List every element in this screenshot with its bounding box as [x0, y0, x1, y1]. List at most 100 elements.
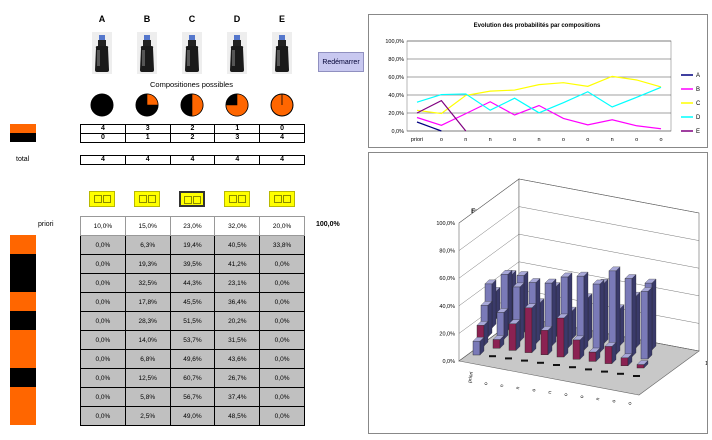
- y-tick-label: 0,0%: [391, 129, 404, 135]
- x-tick-label: o: [440, 137, 443, 143]
- bar-side: [635, 291, 641, 349]
- bar-side: [487, 300, 493, 338]
- probability-cell: 26,7%: [214, 368, 261, 388]
- x-tick-label: o: [586, 137, 589, 143]
- probability-row: 0,0% 5,8% 56,7% 37,4% 0,0%: [80, 387, 305, 407]
- x-tick-label: o: [531, 388, 537, 392]
- bar-side: [491, 279, 497, 329]
- totals-table: 4 4 4 4 4: [80, 155, 305, 165]
- total-cell: 4: [214, 155, 261, 165]
- bar-side: [547, 325, 553, 356]
- composition-slot-a[interactable]: [89, 191, 115, 207]
- bar-side: [571, 306, 577, 340]
- bar: [556, 317, 565, 358]
- probability-row: 0,0% 17,8% 45,5% 36,4% 0,0%: [80, 292, 305, 312]
- count-cell: 0: [80, 133, 126, 143]
- depth-label: 1: [705, 361, 707, 367]
- probability-cell: 23,0%: [169, 216, 216, 236]
- bar-base: [489, 355, 496, 358]
- bar-base: [585, 368, 592, 371]
- probability-cell: 0,0%: [80, 349, 126, 369]
- x-tick-label: o: [513, 137, 516, 143]
- y-tick-label: 0,0%: [442, 359, 455, 365]
- bar: [588, 351, 597, 362]
- probability-cell: 31,5%: [214, 330, 261, 350]
- x-tick-label: n: [499, 384, 505, 388]
- bar: [496, 312, 505, 340]
- restart-button[interactable]: Redémarrer: [318, 52, 364, 72]
- x-tick-label: priori: [411, 137, 423, 143]
- probability-cell: 19,4%: [169, 235, 216, 255]
- x-tick-label: n: [595, 397, 601, 401]
- probability-cell: 51,5%: [169, 311, 216, 331]
- composition-slot-d[interactable]: [224, 191, 250, 207]
- legend-label: B: [696, 87, 700, 93]
- bottle-icon: [182, 32, 202, 74]
- bar: [492, 339, 501, 349]
- x-tick-label: o: [627, 401, 633, 405]
- probability-cell: 32,0%: [214, 216, 261, 236]
- probability-cell: 6,3%: [124, 235, 171, 255]
- probability-cell: 33,8%: [259, 235, 305, 255]
- probability-cell: 0,0%: [80, 387, 126, 407]
- y-tick-label: 40,0%: [388, 93, 404, 99]
- probability-row: 0,0% 6,8% 49,6% 43,6% 0,0%: [80, 349, 305, 369]
- x-tick-label: priori: [467, 371, 475, 383]
- bar-base: [569, 366, 576, 369]
- probability-cell: 28,3%: [124, 311, 171, 331]
- draw-cell: [10, 235, 36, 254]
- probability-row: 0,0% 14,0% 53,7% 31,5% 0,0%: [80, 330, 305, 350]
- bar: [472, 340, 481, 356]
- count-cell: 4: [80, 124, 126, 134]
- probability-cell: 2,5%: [124, 406, 171, 426]
- chart-title: Evolution des probabilités par compositi…: [474, 23, 601, 29]
- draw-cell: [10, 273, 36, 292]
- composition-slot-b[interactable]: [134, 191, 160, 207]
- bar-side: [551, 278, 557, 347]
- probability-table: 10,0% 15,0% 23,0% 32,0% 20,0% 0,0% 6,3% 19,4% 40…: [80, 216, 305, 426]
- probability-cell: 0,0%: [80, 311, 126, 331]
- probability-cell: 48,5%: [214, 406, 261, 426]
- x-tick-label: n: [547, 390, 553, 394]
- probability-cell: 0,0%: [259, 311, 305, 331]
- x-tick-label: o: [579, 395, 585, 399]
- probability-cell: 0,0%: [80, 254, 126, 274]
- probability-row: 0,0% 6,3% 19,4% 40,5% 33,8%: [80, 235, 305, 255]
- composition-slot-e[interactable]: [269, 191, 295, 207]
- probability-cell: 41,2%: [214, 254, 261, 274]
- bar-side: [599, 279, 605, 353]
- x-tick-label: o: [562, 137, 565, 143]
- spreadsheet-window: A B C D E Compositiones possibles 4 3 2 …: [0, 0, 712, 440]
- bar-side: [603, 278, 609, 344]
- bar-side: [563, 313, 569, 358]
- bar: [540, 330, 549, 355]
- probability-cell: 5,8%: [124, 387, 171, 407]
- bar-side: [531, 303, 537, 353]
- composition-slot-c[interactable]: [179, 191, 205, 207]
- probability-cell: 53,7%: [169, 330, 216, 350]
- composition-pie-a: [90, 93, 114, 117]
- black-count-swatch: [10, 133, 36, 142]
- composition-pie-c: [180, 93, 204, 117]
- bar-side: [631, 274, 637, 358]
- legend-label: C: [696, 101, 701, 107]
- probability-cell: 10,0%: [80, 216, 126, 236]
- draw-cell: [10, 292, 36, 311]
- count-cell: 2: [169, 133, 216, 143]
- bar-side: [651, 278, 657, 351]
- probability-row: 10,0% 15,0% 23,0% 32,0% 20,0%: [80, 216, 305, 236]
- probability-cell: 0,0%: [259, 273, 305, 293]
- probability-cell: 0,0%: [80, 330, 126, 350]
- probability-cell: 20,2%: [214, 311, 261, 331]
- probability-cell: 56,7%: [169, 387, 216, 407]
- y-tick-label: 100,0%: [436, 221, 455, 227]
- totals-row: 4 4 4 4 4: [80, 155, 305, 165]
- bar: [572, 339, 581, 360]
- probability-cell: 44,3%: [169, 273, 216, 293]
- bar-side: [519, 282, 525, 342]
- probability-cell: 32,5%: [124, 273, 171, 293]
- bar: [524, 307, 533, 353]
- probability-cell: 19,3%: [124, 254, 171, 274]
- bar-base: [617, 372, 624, 375]
- pie-orange-slice: [191, 93, 204, 117]
